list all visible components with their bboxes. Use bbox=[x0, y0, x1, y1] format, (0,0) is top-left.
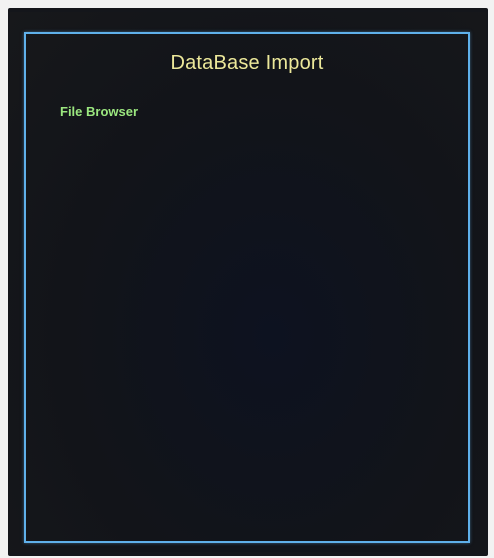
monitor-bezel: DataBase Import File Browser bbox=[8, 8, 488, 556]
database-import-dialog: DataBase Import File Browser bbox=[24, 32, 470, 543]
screen: DataBase Import File Browser bbox=[10, 12, 486, 552]
file-browser-label[interactable]: File Browser bbox=[60, 104, 138, 119]
dialog-title: DataBase Import bbox=[170, 52, 324, 74]
